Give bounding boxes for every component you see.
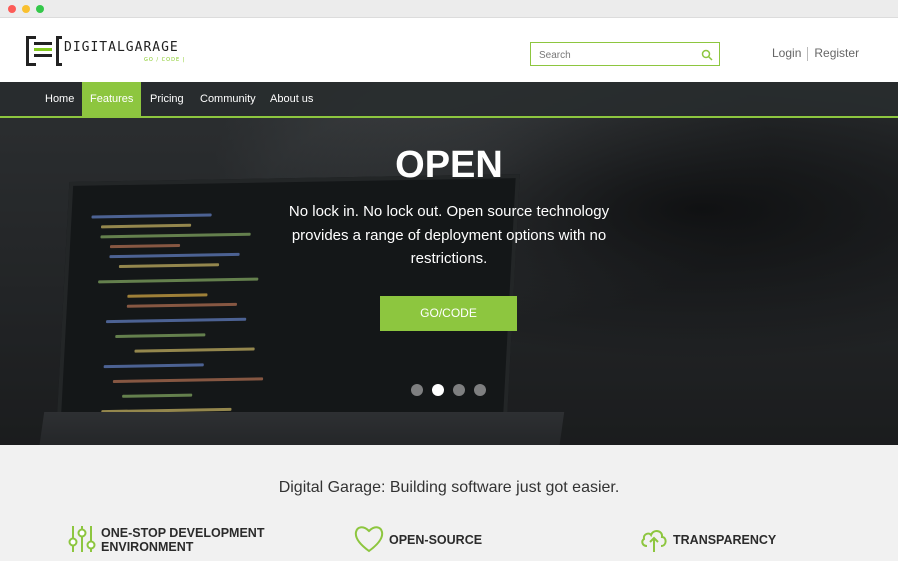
brand-logo[interactable]: DIGITALGARAGE GO / CODE | — [26, 34, 186, 68]
feature-open-source: OPEN-SOURCE — [354, 522, 504, 558]
nav-item-community[interactable]: Community — [192, 82, 264, 116]
nav-item-home[interactable]: Home — [37, 82, 82, 116]
carousel-dot-4[interactable] — [474, 384, 486, 396]
hero-title: OPEN — [395, 144, 503, 186]
hero-carousel: OPEN No lock in. No lock out. Open sourc… — [0, 82, 898, 445]
main-navigation: Home Features Pricing Community About us — [0, 82, 898, 118]
feature-label-line-2: ENVIRONMENT — [101, 540, 194, 554]
hero-description-line-3: restrictions. — [410, 250, 488, 267]
heart-icon — [354, 526, 384, 553]
search-icon[interactable] — [701, 49, 713, 61]
nav-item-pricing[interactable]: Pricing — [142, 82, 192, 116]
window-close-button[interactable] — [8, 5, 16, 13]
sliders-icon — [68, 526, 96, 552]
cloud-upload-icon — [641, 530, 667, 552]
window-minimize-button[interactable] — [22, 5, 30, 13]
register-link[interactable]: Register — [814, 46, 859, 60]
carousel-indicators — [411, 383, 491, 397]
site-header: DIGITALGARAGE GO / CODE | Login Register — [0, 18, 898, 82]
feature-label: OPEN-SOURCE — [389, 533, 483, 547]
carousel-dot-3[interactable] — [453, 384, 465, 396]
search-box[interactable] — [530, 42, 720, 66]
carousel-dot-1[interactable] — [411, 384, 423, 396]
hero-description-line-2: provides a range of deployment options w… — [291, 226, 607, 244]
window-maximize-button[interactable] — [36, 5, 44, 13]
brand-subtitle: GO / CODE | — [144, 57, 186, 63]
section-tagline: Digital Garage: Building software just g… — [278, 479, 620, 496]
nav-item-about-us[interactable]: About us — [262, 82, 321, 116]
go-code-button[interactable]: GO/CODE — [380, 296, 517, 331]
login-link[interactable]: Login — [772, 46, 801, 60]
feature-label-line-1: ONE-STOP DEVELOPMENT — [101, 526, 265, 540]
search-input[interactable] — [539, 47, 699, 63]
feature-label: TRANSPARENCY — [673, 533, 777, 547]
hero-description: No lock in. No lock out. Open source tec… — [269, 200, 629, 271]
logo-mark-icon — [26, 36, 62, 66]
auth-links: Login Register — [772, 46, 859, 61]
carousel-dot-2[interactable] — [432, 384, 444, 396]
nav-item-features[interactable]: Features — [82, 82, 142, 116]
brand-name: DIGITALGARAGE — [64, 40, 179, 55]
browser-window-bar — [0, 0, 898, 18]
auth-divider — [807, 46, 809, 61]
hero-description-line-1: No lock in. No lock out. Open source tec… — [288, 203, 610, 220]
feature-one-stop: ONE-STOP DEVELOPMENT ENVIRONMENT — [68, 522, 298, 558]
feature-transparency: TRANSPARENCY — [639, 522, 789, 558]
